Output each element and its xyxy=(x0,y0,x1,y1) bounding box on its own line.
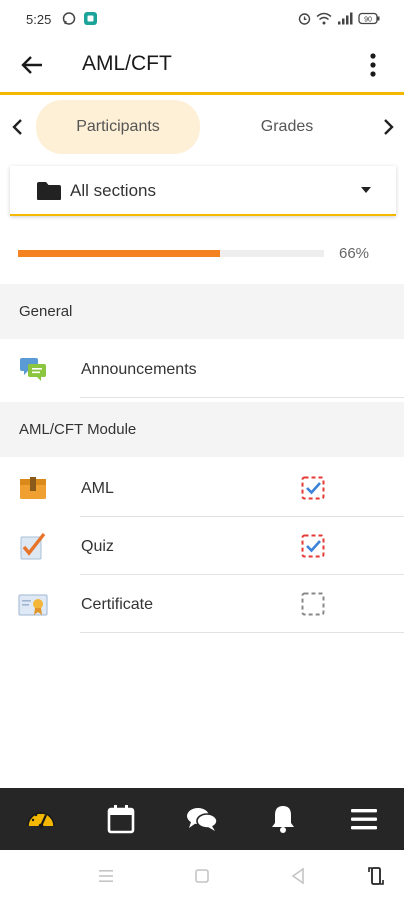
folder-icon xyxy=(37,182,61,200)
activity-label: Announcements xyxy=(81,361,197,378)
section-title: AML/CFT Module xyxy=(19,421,137,438)
forum-icon xyxy=(20,358,46,381)
completion-checked-icon[interactable] xyxy=(301,476,325,500)
activity-row-certificate[interactable]: Certificate xyxy=(0,575,404,633)
activity-label: Certificate xyxy=(81,596,154,613)
calendar-icon[interactable] xyxy=(104,802,138,836)
row-divider xyxy=(80,397,404,398)
course-progress-bar xyxy=(18,250,324,257)
dashboard-icon[interactable] xyxy=(24,802,58,836)
signal-icon xyxy=(338,12,353,25)
certificate-icon xyxy=(18,594,48,616)
section-select-value: All sections xyxy=(70,181,156,200)
status-time: 5:25 xyxy=(26,12,52,27)
tab-bar: Participants Grades xyxy=(0,95,404,158)
app-bar: AML/CFT xyxy=(0,38,404,93)
messages-icon[interactable] xyxy=(185,802,219,836)
section-title: General xyxy=(19,303,73,320)
app-notification-icon xyxy=(84,12,97,25)
tab-participants[interactable]: Participants xyxy=(36,100,200,154)
tab-grades-label: Grades xyxy=(260,118,314,135)
battery-level: 90 xyxy=(364,17,372,24)
system-navigation-bar xyxy=(0,850,404,900)
home-icon[interactable] xyxy=(192,866,212,886)
menu-icon[interactable] xyxy=(347,802,381,836)
activity-row-aml[interactable]: AML xyxy=(0,459,404,517)
activity-row-quiz[interactable]: Quiz xyxy=(0,517,404,575)
page-title: AML/CFT xyxy=(82,52,172,75)
tab-prev-chevron-icon[interactable] xyxy=(6,115,30,139)
rotate-screen-icon[interactable] xyxy=(366,866,386,886)
package-icon xyxy=(20,477,46,499)
section-header-aml-cft-module: AML/CFT Module xyxy=(0,402,404,457)
battery-icon: 90 xyxy=(358,12,380,25)
section-select[interactable]: All sections xyxy=(10,166,396,216)
completion-unchecked-icon[interactable] xyxy=(301,592,325,616)
row-divider xyxy=(80,632,404,633)
bottom-navigation xyxy=(0,788,404,850)
course-progress-text: 66% xyxy=(339,245,370,262)
activity-label: AML xyxy=(81,480,114,497)
quiz-icon xyxy=(20,532,46,560)
dropdown-caret-icon xyxy=(361,187,371,193)
tab-participants-label: Participants xyxy=(76,118,160,135)
notifications-icon[interactable] xyxy=(266,802,300,836)
status-bar: 5:25 90 xyxy=(0,0,404,38)
alarm-icon xyxy=(298,13,311,25)
whatsapp-icon xyxy=(62,12,76,25)
completion-checked-icon[interactable] xyxy=(301,534,325,558)
more-vert-icon[interactable] xyxy=(360,50,386,80)
activity-label: Quiz xyxy=(81,538,114,555)
section-header-general: General xyxy=(0,284,404,339)
course-progress-fill xyxy=(18,250,220,257)
tab-grades[interactable]: Grades xyxy=(212,100,362,154)
back-arrow-icon[interactable] xyxy=(14,50,50,80)
activity-row-announcements[interactable]: Announcements xyxy=(0,340,404,398)
wifi-icon xyxy=(316,12,332,25)
system-back-icon[interactable] xyxy=(288,866,308,886)
tab-next-chevron-icon[interactable] xyxy=(376,115,400,139)
recents-icon[interactable] xyxy=(96,866,116,886)
